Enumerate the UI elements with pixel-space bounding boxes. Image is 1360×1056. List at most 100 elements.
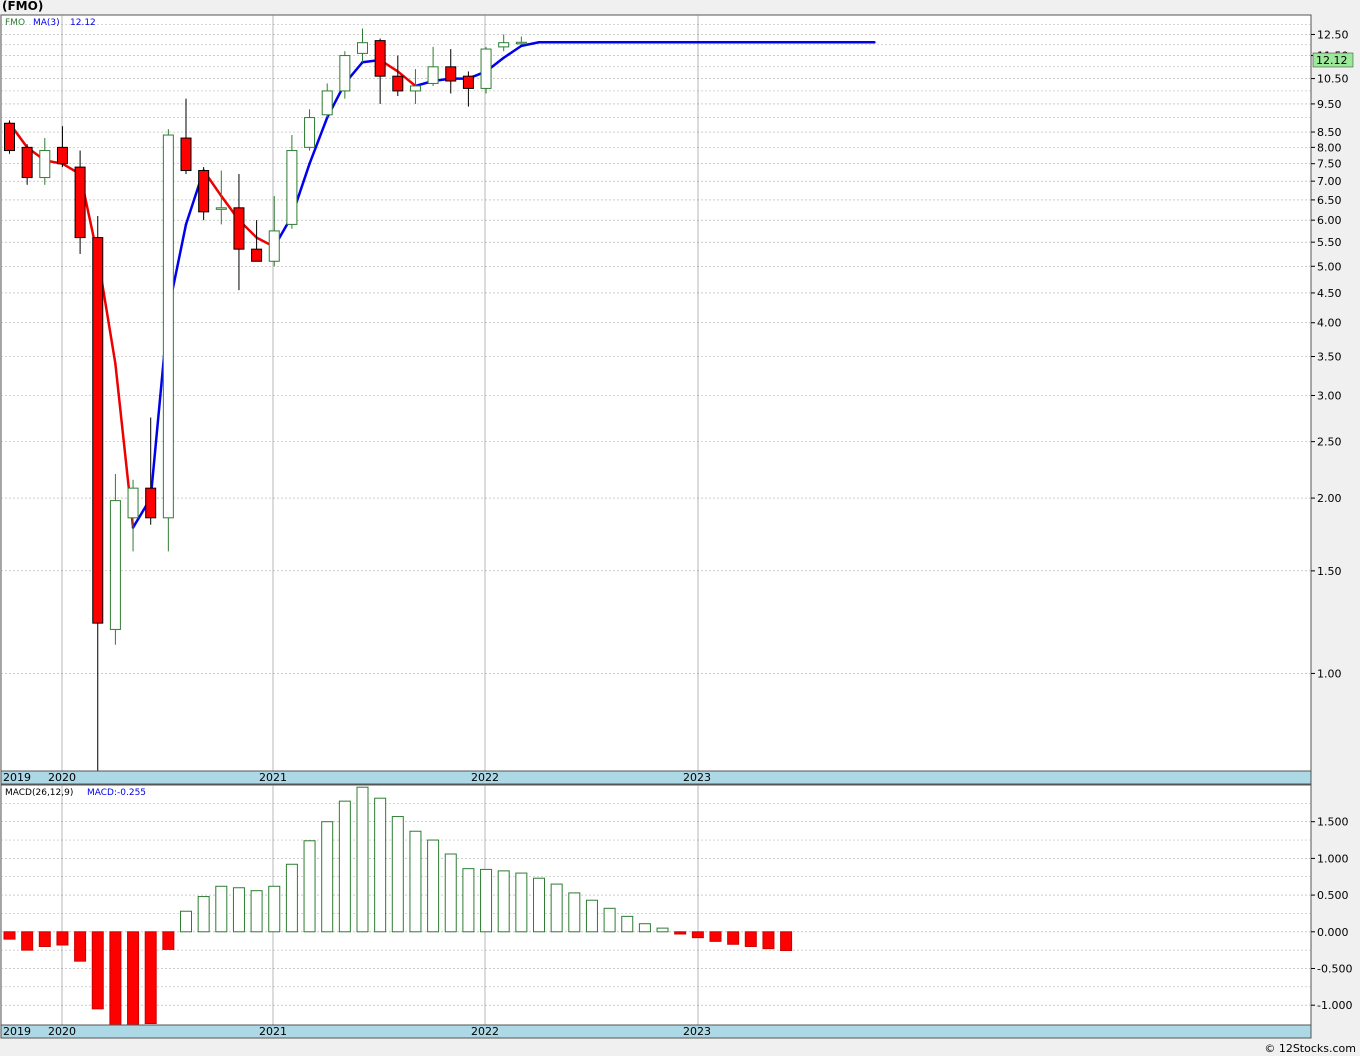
macd-y-axis: 1.500 1.000 0.500 0.000 -0.500 -1.000 [1311,816,1352,1012]
candle [480,46,492,94]
macd-date-label: 2020 [48,1025,76,1038]
candle-body [21,146,33,179]
macd-bar [21,931,34,951]
macd-bar [215,885,228,933]
candle-body [198,170,210,213]
price-tick-label: 2.50 [1317,436,1342,449]
macd-bar [427,839,440,933]
candle-body [374,40,386,77]
macd-bar [391,816,404,933]
candle [198,167,210,221]
macd-bar [180,910,192,933]
macd-bar [197,896,210,933]
price-tick-label: 3.00 [1317,390,1342,403]
macd-bar [727,931,740,945]
price-tick-label: 1.00 [1317,667,1342,680]
legend-symbol: FMO [5,18,25,28]
price-tick-label: 8.50 [1317,126,1342,139]
candle-body [427,66,439,84]
macd-bar [285,863,298,933]
macd-bar [144,931,157,1025]
macd-bar [74,931,87,962]
candle-body [39,150,51,179]
macd-legend-value: MACD:-0.255 [87,788,146,798]
price-tick-label: 7.50 [1317,158,1342,171]
price-tick-label: 12.50 [1317,28,1349,41]
macd-bar [762,931,775,950]
price-tick-label: 4.50 [1317,287,1342,300]
price-tick-label: 6.50 [1317,194,1342,207]
macd-bar [515,872,528,933]
candle-body [215,207,227,210]
legend-ma-name: MA(3) [33,18,60,28]
macd-bar [127,931,140,1027]
macd-bar [462,868,475,933]
price-tick-label: 3.50 [1317,351,1342,364]
macd-bar [585,899,598,933]
price-tick-label: 10.50 [1317,73,1349,86]
candle-body [127,487,139,519]
macd-tick-label: 0.500 [1317,889,1349,902]
last-price-label: 12.12 [1316,54,1348,67]
macd-bar [162,931,175,950]
macd-bar [568,892,581,933]
site-credit: © 12Stocks.com [1264,1042,1356,1055]
macd-legend-name: MACD(26,12,9) [5,788,73,798]
price-tick-label: 5.50 [1317,236,1342,249]
price-y-axis: 12.5011.5010.509.508.508.007.507.006.506… [1311,28,1349,680]
macd-date-label: 2023 [683,1025,711,1038]
macd-bar [603,907,616,933]
candle-body [109,500,121,630]
macd-tick-label: 0.000 [1317,926,1349,939]
price-date-bar [0,770,1312,785]
macd-bar [374,797,387,933]
macd-bar [56,931,69,946]
price-tick-label: 9.50 [1317,98,1342,111]
macd-bar [691,931,704,939]
macd-bar [709,931,722,942]
macd-bar [780,931,793,952]
macd-bar [480,868,493,933]
candle-body [498,42,510,48]
macd-bar [409,830,422,933]
price-tick-label: 4.00 [1317,317,1342,330]
candle-body [233,207,245,250]
date-label: 2020 [48,771,76,784]
macd-bar [232,887,245,933]
candle-body [251,248,263,262]
macd-bar [674,931,687,935]
price-tick-label: 6.00 [1317,214,1342,227]
macd-panel-frame [0,784,1312,1026]
macd-date-label: 2019 [3,1025,31,1038]
candle-body [162,134,174,519]
price-tick-label: 2.00 [1317,492,1342,505]
candle-body [74,166,86,239]
legend-ma-value: 12.12 [70,18,96,28]
candle-body [480,48,492,89]
macd-date-label: 2022 [471,1025,499,1038]
candle-body [462,75,474,89]
macd-bar [250,890,263,933]
macd-bar [3,931,16,940]
macd-bar [638,923,651,933]
candle-body [357,42,368,54]
price-tick-label: 7.00 [1317,175,1342,188]
price-tick-label: 5.00 [1317,260,1342,273]
macd-bar [91,931,104,1010]
macd-bar [356,786,369,933]
price-tick-label: 8.00 [1317,141,1342,154]
price-panel-frame [0,14,1312,772]
macd-bar [550,883,563,933]
macd-tick-label: 1.500 [1317,816,1349,829]
candle-body [515,41,527,45]
price-legend: FMO MA(3) 12.12 [5,18,96,28]
chart-title: (FMO) [2,0,44,13]
candle-body [4,122,15,152]
candle [162,129,174,552]
candle-body [180,137,192,172]
date-label: 2022 [471,771,499,784]
macd-bar [38,931,51,947]
macd-date-label: 2021 [259,1025,287,1038]
macd-bar [656,927,669,933]
macd-bar [303,840,316,933]
